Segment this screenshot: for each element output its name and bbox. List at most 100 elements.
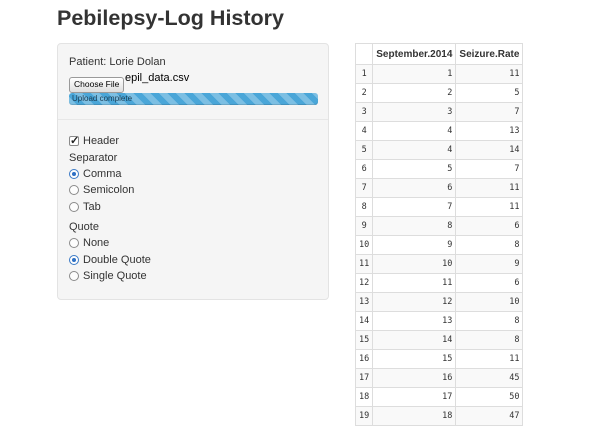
table-cell: 6 — [354, 159, 374, 179]
input-panel: Patient: Lorie Dolan Choose File epil_da… — [57, 43, 329, 300]
header-checkbox-label: Header — [83, 135, 120, 147]
table-row: 657 — [354, 159, 524, 179]
table-row: 8 7 11 — [354, 197, 524, 217]
table-cell: 6 — [455, 273, 524, 293]
divider — [58, 119, 328, 120]
file-name-label: epil_data.csv — [125, 72, 190, 84]
table-row: 5 4 14 — [354, 140, 524, 160]
table-cell: 9 — [455, 254, 524, 274]
quote-label: Quote — [69, 221, 99, 233]
table-row: 17 16 45 — [354, 368, 524, 388]
radio-label: Tab — [83, 201, 101, 213]
separator-option-comma[interactable]: Comma — [69, 168, 122, 180]
table-cell: 12 — [354, 273, 374, 293]
table-cell: 12 — [372, 292, 457, 312]
table-cell: 11 — [455, 178, 524, 198]
separator-option-tab[interactable]: Tab — [69, 201, 101, 213]
table-cell: 11 — [455, 349, 524, 369]
table-header-cell: September.2014 — [372, 43, 457, 65]
table-row: 7 6 11 — [354, 178, 524, 198]
table-cell: 16 — [354, 349, 374, 369]
table-cell: 4 — [372, 121, 457, 141]
table-row: 18 17 50 — [354, 387, 524, 407]
table-cell: 8 — [455, 235, 524, 255]
table-row: 14 13 8 — [354, 311, 524, 331]
table-cell: 13 — [372, 311, 457, 331]
table-cell: 16 — [372, 368, 457, 388]
table-cell: 1 — [354, 64, 374, 84]
table-header-cell — [354, 43, 374, 65]
table-cell: 13 — [354, 292, 374, 312]
quote-option-double[interactable]: Double Quote — [69, 254, 151, 266]
table-cell: 5 — [354, 140, 374, 160]
data-table-container: September.2014 Seizure.Rate 1 1 11 2 2 5 3 3 7 4 4… — [354, 43, 524, 426]
radio-label: Semicolon — [83, 184, 135, 196]
table-cell: 17 — [354, 368, 374, 388]
choose-file-button[interactable]: Choose File — [69, 77, 125, 93]
radio-button[interactable] — [69, 255, 79, 265]
table-cell: 9 — [354, 216, 374, 236]
radio-button[interactable] — [69, 169, 79, 179]
table-cell: 8 — [455, 311, 524, 331]
table-cell: 4 — [354, 121, 374, 141]
table-cell: 3 — [354, 102, 374, 122]
table-row: 986 — [354, 216, 524, 236]
table-cell: 6 — [455, 216, 524, 236]
table-cell: 7 — [455, 159, 524, 179]
radio-label: Double Quote — [83, 254, 151, 266]
radio-label: Comma — [83, 168, 122, 180]
table-row: 15 14 8 — [354, 330, 524, 350]
page-title: Pebilepsy-Log History — [57, 6, 284, 30]
separator-label: Separator — [69, 152, 118, 164]
table-cell: 45 — [455, 368, 524, 388]
table-cell: 6 — [372, 178, 457, 198]
table-row: 11 10 9 — [354, 254, 524, 274]
table-cell: 18 — [354, 387, 374, 407]
table-cell: 7 — [455, 102, 524, 122]
table-row: 19 18 47 — [354, 406, 524, 426]
radio-button[interactable] — [69, 185, 79, 195]
table-cell: 7 — [372, 197, 457, 217]
table-cell: 15 — [372, 349, 457, 369]
table-cell: 14 — [354, 311, 374, 331]
separator-option-semicolon[interactable]: Semicolon — [69, 184, 134, 196]
table-cell: 8 — [354, 197, 374, 217]
table-header-cell: Seizure.Rate — [455, 43, 524, 65]
table-cell: 3 — [372, 102, 457, 122]
table-cell: 1 — [372, 64, 457, 84]
table-cell: 7 — [354, 178, 374, 198]
radio-button[interactable] — [69, 271, 79, 281]
table-cell: 15 — [354, 330, 374, 350]
header-checkbox-row[interactable]: Header — [69, 134, 120, 147]
table-cell: 13 — [455, 121, 524, 141]
quote-option-none[interactable]: None — [69, 237, 109, 249]
table-cell: 10 — [354, 235, 374, 255]
table-cell: 47 — [455, 406, 524, 426]
table-body: 1 1 11 2 2 5 3 3 7 4 4 13 5 4 14 6 5 7 7 6 11 8 7 11 9 8 6 10 9 8 11 10… — [354, 64, 524, 426]
table-cell: 5 — [455, 83, 524, 103]
table-cell: 11 — [354, 254, 374, 274]
table-cell: 11 — [455, 197, 524, 217]
radio-button[interactable] — [69, 202, 79, 212]
table-cell: 2 — [354, 83, 374, 103]
table-row: 13 12 10 — [354, 292, 524, 312]
data-table: September.2014 Seizure.Rate 1 1 11 2 2 5 3 3 7 4 4… — [354, 43, 524, 426]
table-cell: 8 — [455, 330, 524, 350]
quote-option-single[interactable]: Single Quote — [69, 270, 147, 282]
header-checkbox[interactable] — [69, 134, 79, 147]
upload-progress-text: Upload complete — [72, 94, 133, 103]
table-cell: 11 — [372, 273, 457, 293]
table-cell: 18 — [372, 406, 457, 426]
table-row: 12 11 6 — [354, 273, 524, 293]
table-header-row: September.2014 Seizure.Rate — [354, 43, 524, 65]
table-cell: 4 — [372, 140, 457, 160]
table-row: 1 1 11 — [354, 64, 524, 84]
table-row: 4 4 13 — [354, 121, 524, 141]
table-cell: 5 — [372, 159, 457, 179]
radio-button[interactable] — [69, 238, 79, 248]
table-cell: 14 — [372, 330, 457, 350]
table-cell: 8 — [372, 216, 457, 236]
table-cell: 19 — [354, 406, 374, 426]
table-cell: 50 — [455, 387, 524, 407]
table-cell: 11 — [455, 64, 524, 84]
